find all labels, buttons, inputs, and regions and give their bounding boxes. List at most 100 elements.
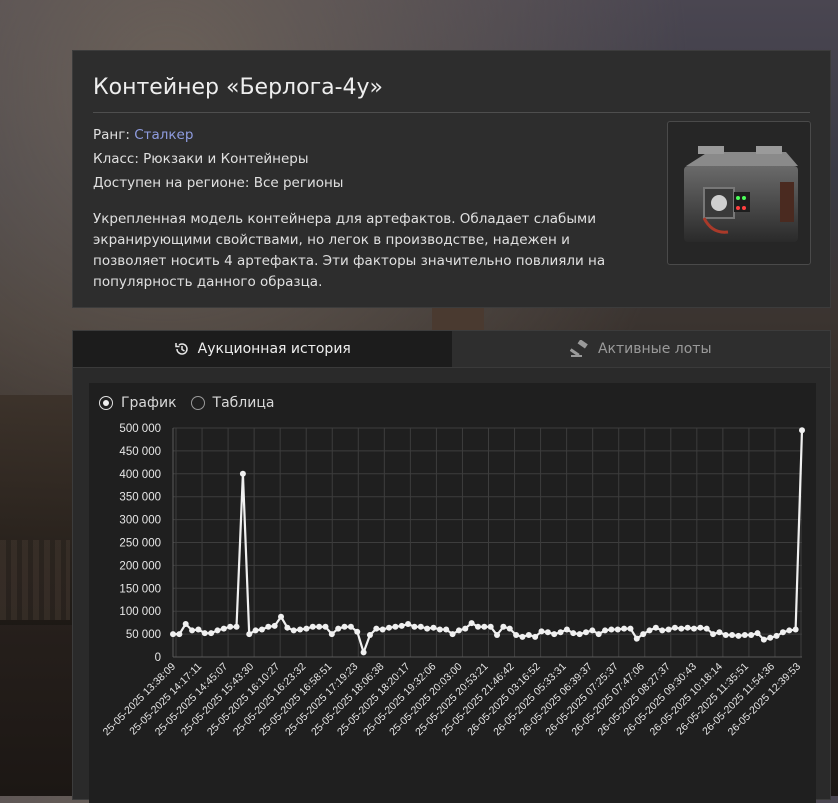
y-tick-label: 250 000 — [119, 538, 161, 550]
price-point — [201, 630, 208, 637]
price-point — [290, 627, 297, 634]
price-point — [576, 631, 583, 638]
price-point — [563, 626, 570, 633]
price-point — [322, 623, 329, 630]
price-point — [678, 625, 685, 632]
price-point — [767, 634, 774, 641]
y-tick-label: 350 000 — [119, 492, 161, 504]
y-tick-label: 200 000 — [119, 560, 161, 572]
price-point — [640, 631, 647, 638]
price-point — [684, 624, 691, 631]
price-point — [462, 625, 469, 632]
item-description: Укрепленная модель контейнера для артефа… — [93, 211, 606, 290]
price-point — [792, 626, 799, 633]
history-icon — [174, 343, 188, 355]
y-tick-label: 50 000 — [126, 629, 161, 641]
price-point — [557, 629, 564, 636]
price-point — [436, 626, 443, 633]
price-point — [176, 631, 183, 638]
background-wall — [0, 540, 70, 620]
price-point — [646, 627, 653, 634]
price-point — [697, 624, 704, 631]
background-tower — [432, 308, 484, 332]
price-point — [233, 623, 240, 630]
price-point — [671, 624, 678, 631]
price-point — [309, 623, 316, 630]
price-point — [690, 625, 697, 632]
price-point — [729, 632, 736, 639]
price-point — [589, 627, 596, 634]
price-point — [182, 621, 189, 628]
price-point — [570, 630, 577, 637]
price-chart: 500 000 450 000 400 000 350 000 300 000 250 0… — [101, 423, 805, 738]
price-point — [347, 623, 354, 630]
price-point — [621, 625, 628, 632]
price-point — [633, 635, 640, 642]
price-point — [239, 470, 246, 477]
price-point — [449, 631, 456, 638]
price-point — [735, 632, 742, 639]
price-point — [214, 627, 221, 634]
price-point — [773, 632, 780, 639]
price-point — [481, 623, 488, 630]
price-point — [379, 626, 386, 633]
price-point — [494, 632, 501, 639]
price-point — [468, 620, 475, 627]
y-tick-label: 450 000 — [119, 446, 161, 458]
price-point — [779, 629, 786, 636]
tab-bar: Аукционная история Активные лоты — [73, 331, 830, 367]
price-point — [532, 633, 539, 640]
tab-auction-history-label: Аукционная история — [197, 341, 351, 357]
price-point — [284, 624, 291, 631]
price-point — [405, 621, 412, 628]
price-point — [354, 628, 361, 635]
price-point — [335, 625, 342, 632]
y-tick-label: 300 000 — [119, 515, 161, 527]
price-point — [341, 623, 348, 630]
item-image — [667, 121, 811, 265]
rank-link[interactable]: Сталкер — [134, 127, 193, 143]
price-point — [754, 630, 761, 637]
price-point — [748, 632, 755, 639]
price-series-line — [173, 430, 804, 654]
price-point — [506, 625, 513, 632]
price-point — [519, 633, 526, 640]
view-option-table[interactable]: Таблица — [190, 395, 274, 411]
price-point — [474, 623, 481, 630]
auction-panel: Аукционная история Активные лоты 500 000… — [72, 330, 831, 803]
y-tick-label: 0 — [155, 652, 161, 664]
view-option-chart[interactable]: График — [99, 395, 177, 411]
class-line: Класс: Рюкзаки и Контейнеры — [93, 151, 309, 167]
y-tick-label: 500 000 — [119, 423, 161, 435]
price-point — [195, 626, 202, 633]
price-point — [208, 630, 215, 637]
price-point — [538, 628, 545, 635]
price-point — [328, 631, 335, 638]
price-point — [297, 626, 304, 633]
tab-active-lots-label: Активные лоты — [597, 341, 712, 357]
tab-auction-history[interactable]: Аукционная история — [73, 331, 452, 367]
price-point — [551, 631, 558, 638]
price-point — [252, 627, 259, 634]
price-point — [786, 627, 793, 634]
price-point — [602, 627, 609, 634]
price-point — [659, 627, 666, 634]
price-point — [627, 625, 634, 632]
price-point — [398, 622, 405, 629]
tab-active-lots[interactable]: Активные лоты — [451, 331, 830, 367]
price-point — [392, 623, 399, 630]
tabs-divider — [73, 367, 830, 368]
radio-unselected-icon[interactable] — [190, 396, 205, 410]
radio-selected-icon[interactable] — [99, 396, 113, 410]
price-point — [170, 631, 176, 638]
price-point — [227, 623, 234, 630]
price-point — [487, 623, 494, 630]
price-point — [417, 623, 424, 630]
price-point — [525, 632, 532, 639]
view-option-chart-label: График — [121, 395, 177, 411]
price-point — [608, 626, 615, 633]
item-title: Контейнер «Берлога-4у» — [93, 75, 384, 100]
region-line: Доступен на регионе: Все регионы — [93, 175, 344, 191]
chart-container: 500 000 450 000 400 000 350 000 300 000 250 0… — [89, 383, 816, 803]
price-point — [189, 627, 196, 634]
